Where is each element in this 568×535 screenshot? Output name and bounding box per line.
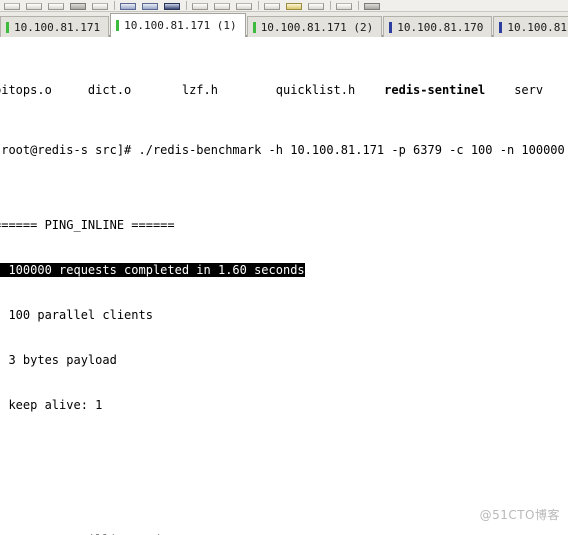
find-icon[interactable] xyxy=(162,0,182,11)
tab-status-marker-icon xyxy=(116,20,120,31)
tab-session-4[interactable]: 10.100.81.170 (1) xyxy=(493,16,568,37)
disconnect-icon[interactable] xyxy=(24,0,44,11)
toolbar-separator-3 xyxy=(258,1,259,10)
ls-output-prefix: bitops.o dict.o lzf.h quicklist.h xyxy=(0,83,385,97)
watermark: @51CTO博客 xyxy=(479,508,560,522)
shell-prompt: [root@redis-s src]# xyxy=(0,143,139,157)
properties-icon[interactable] xyxy=(334,0,354,11)
terminal-text: bitops.o dict.o lzf.h quicklist.h redis-… xyxy=(0,38,568,535)
tab-status-marker-icon xyxy=(499,21,503,33)
toolbar-separator-5 xyxy=(358,1,359,10)
paste-icon[interactable] xyxy=(140,0,160,11)
section-summary-line: 100000 requests completed in 1.60 second… xyxy=(0,263,568,278)
terminal-output-pane[interactable]: bitops.o dict.o lzf.h quicklist.h redis-… xyxy=(0,37,568,535)
ls-output-suffix: serv xyxy=(485,83,544,97)
copy-icon[interactable] xyxy=(118,0,138,11)
toolbar-separator-4 xyxy=(330,1,331,10)
section-keepalive: keep alive: 1 xyxy=(0,398,103,412)
highlight-icon[interactable] xyxy=(284,0,304,11)
tab-label: 10.100.81.171 (2) xyxy=(260,20,374,34)
terminal-window: 10.100.81.171 10.100.81.171 (1) 10.100.8… xyxy=(0,0,568,535)
session-tab-bar: 10.100.81.171 10.100.81.171 (1) 10.100.8… xyxy=(0,12,568,37)
tab-status-marker-icon xyxy=(252,21,256,33)
section-payload: 3 bytes payload xyxy=(0,353,117,367)
command-text: ./redis-benchmark -h 10.100.81.171 -p 63… xyxy=(138,143,565,157)
section-header: ====== PING_INLINE ====== xyxy=(0,218,175,232)
reconnect-icon[interactable] xyxy=(46,0,66,11)
toolbar xyxy=(0,0,568,12)
ls-output-line: bitops.o dict.o lzf.h quicklist.h redis-… xyxy=(0,83,568,98)
tab-session-2[interactable]: 10.100.81.171 (2) xyxy=(246,16,383,37)
tab-label: 10.100.81.171 xyxy=(14,20,101,34)
ls-output-executable: redis-sentinel xyxy=(384,83,486,97)
tab-session-3[interactable]: 10.100.81.170 xyxy=(383,16,493,37)
tab-label: 10.100.81.171 (1) xyxy=(124,19,237,32)
transfer-icon[interactable] xyxy=(190,0,210,11)
fullscreen-icon[interactable] xyxy=(362,0,382,11)
toolbar-separator-2 xyxy=(186,1,187,10)
tab-label: 10.100.81.170 xyxy=(397,20,484,34)
section-summary-highlighted: 100000 requests completed in 1.60 second… xyxy=(0,263,305,277)
tab-session-1[interactable]: 10.100.81.171 (1) xyxy=(110,13,246,37)
toolbar-separator-1 xyxy=(114,1,115,10)
ftp-icon[interactable] xyxy=(234,0,254,11)
tab-label: 10.100.81.170 (1) xyxy=(507,20,568,34)
connect-icon[interactable] xyxy=(2,0,22,11)
command-line: [root@redis-s src]# ./redis-benchmark -h… xyxy=(0,143,568,158)
pin-icon[interactable] xyxy=(306,0,326,11)
tab-status-marker-icon xyxy=(389,21,393,33)
section-clients: 100 parallel clients xyxy=(0,308,153,322)
tab-status-marker-icon xyxy=(6,21,9,33)
log-icon[interactable] xyxy=(262,0,282,11)
tab-session-0[interactable]: 10.100.81.171 xyxy=(0,16,110,37)
new-session-icon[interactable] xyxy=(90,0,110,11)
sftp-icon[interactable] xyxy=(212,0,232,11)
open-session-icon[interactable] xyxy=(68,0,88,11)
